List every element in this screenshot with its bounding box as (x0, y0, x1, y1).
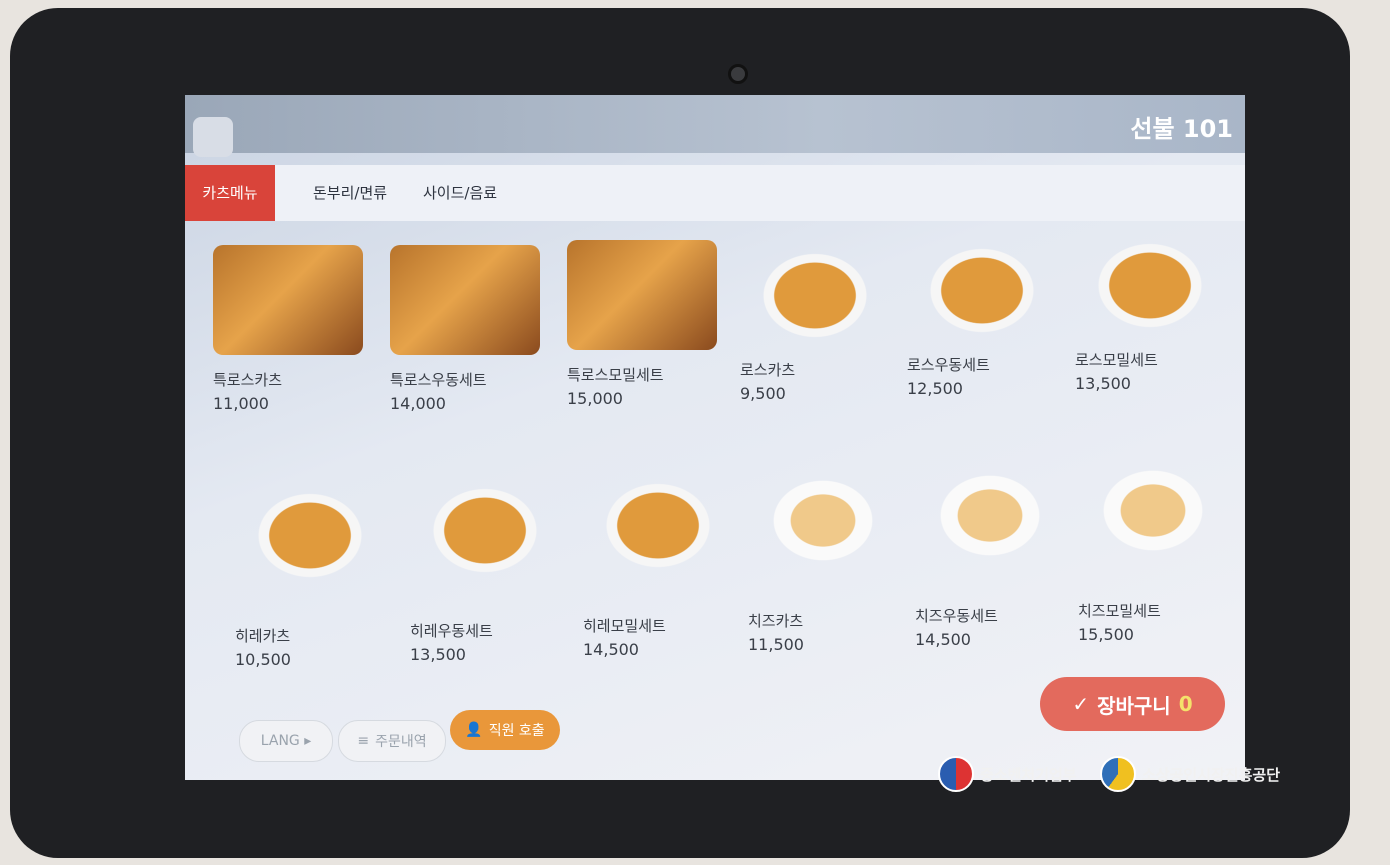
menu-item-photo (410, 470, 560, 580)
tab-katsu-menu[interactable]: 카츠메뉴 (185, 165, 275, 221)
call-staff-label: 직원 호출 (488, 723, 545, 739)
menu-item-price: 15,500 (1078, 625, 1134, 644)
call-staff-button[interactable]: 👤 직원 호출 (450, 710, 560, 750)
menu-item[interactable]: 특로스우동세트 14,000 (390, 245, 540, 413)
menu-item-photo (907, 230, 1057, 340)
menu-item-price: 12,500 (907, 379, 963, 398)
sponsor-mss-label: 중소벤처기업부 (980, 765, 1077, 784)
menu-item-price: 13,500 (410, 645, 466, 664)
menu-item-name: 로스모밀세트 (1075, 351, 1158, 369)
menu-item-name: 특로스우동세트 (390, 371, 487, 389)
menu-item[interactable]: 로스카츠 9,500 (740, 235, 890, 403)
menu-item[interactable]: 특로스모밀세트 15,000 (567, 240, 717, 408)
sponsor-semas-label: 소상공인시장진흥공단 (1142, 765, 1281, 784)
kiosk-screen: 선불 101 카츠메뉴 돈부리/면류 사이드/음료 특로스카츠 11,000 특… (185, 95, 1245, 780)
camera-icon (728, 64, 748, 84)
menu-item-price: 9,500 (740, 384, 786, 403)
menu-item-price: 11,500 (748, 635, 804, 654)
menu-item-photo (213, 245, 363, 355)
menu-item-price: 15,000 (567, 389, 623, 408)
menu-item-price: 14,500 (915, 630, 971, 649)
menu-item-price: 14,000 (390, 394, 446, 413)
menu-item[interactable]: 로스우동세트 12,500 (907, 230, 1057, 398)
menu-item[interactable]: 치즈카츠 11,500 (748, 460, 898, 654)
menu-item[interactable]: 치즈우동세트 14,500 (915, 455, 1065, 649)
menu-item-price: 10,500 (235, 650, 291, 669)
list-icon: ≡ (357, 733, 370, 749)
order-history-button[interactable]: ≡ 주문내역 (338, 720, 446, 762)
person-icon: 👤 (465, 722, 483, 738)
menu-item[interactable]: 특로스카츠 11,000 (213, 245, 363, 413)
cart-count: 0 (1178, 692, 1193, 716)
sponsor-semas: 소상공인시장진흥공단 (1100, 756, 1281, 792)
sponsor-mss: 중소벤처기업부 (938, 756, 1077, 792)
home-button[interactable] (193, 117, 233, 157)
menu-item-name: 특로스카츠 (213, 371, 283, 389)
menu-item-photo (583, 465, 733, 575)
menu-item-name: 히레카츠 (235, 627, 291, 645)
menu-item-name: 로스카츠 (740, 361, 796, 379)
menu-item-photo (567, 240, 717, 350)
menu-item-photo (748, 460, 898, 570)
check-icon: ✓ (1072, 692, 1090, 716)
menu-item-name: 히레모밀세트 (583, 617, 666, 635)
category-tabs: 카츠메뉴 돈부리/면류 사이드/음료 (185, 165, 1245, 221)
menu-item-photo (915, 455, 1065, 565)
tab-donburi-noodles[interactable]: 돈부리/면류 (301, 165, 399, 221)
menu-item-name: 특로스모밀세트 (567, 366, 664, 384)
tab-side-drinks[interactable]: 사이드/음료 (411, 165, 509, 221)
language-button[interactable]: LANG ▸ (239, 720, 333, 762)
menu-item-photo (740, 235, 890, 345)
menu-item-photo (390, 245, 540, 355)
menu-item-price: 13,500 (1075, 374, 1131, 393)
menu-item-price: 11,000 (213, 394, 269, 413)
menu-item[interactable]: 히레모밀세트 14,500 (583, 465, 733, 659)
menu-item-photo (1075, 225, 1225, 335)
top-bar (185, 95, 1245, 153)
menu-item[interactable]: 히레우동세트 13,500 (410, 470, 560, 664)
language-label: LANG ▸ (260, 733, 312, 749)
menu-item[interactable]: 히레카츠 10,500 (235, 475, 385, 669)
menu-item[interactable]: 로스모밀세트 13,500 (1075, 225, 1225, 393)
cart-label: 장바구니 (1097, 693, 1171, 718)
semas-logo-icon (1100, 756, 1136, 792)
menu-item-price: 14,500 (583, 640, 639, 659)
menu-item-name: 치즈카츠 (748, 612, 804, 630)
order-history-label: 주문내역 (375, 734, 427, 750)
government-logo-icon (938, 756, 974, 792)
cart-button[interactable]: ✓ 장바구니 0 (1040, 677, 1225, 731)
menu-item-name: 치즈우동세트 (915, 607, 998, 625)
menu-item-name: 히레우동세트 (410, 622, 493, 640)
menu-item-photo (235, 475, 385, 585)
menu-item-name: 로스우동세트 (907, 356, 990, 374)
table-label: 선불 101 (1130, 115, 1233, 143)
menu-item-photo (1078, 450, 1228, 560)
menu-item[interactable]: 치즈모밀세트 15,500 (1078, 450, 1228, 644)
menu-item-name: 치즈모밀세트 (1078, 602, 1161, 620)
